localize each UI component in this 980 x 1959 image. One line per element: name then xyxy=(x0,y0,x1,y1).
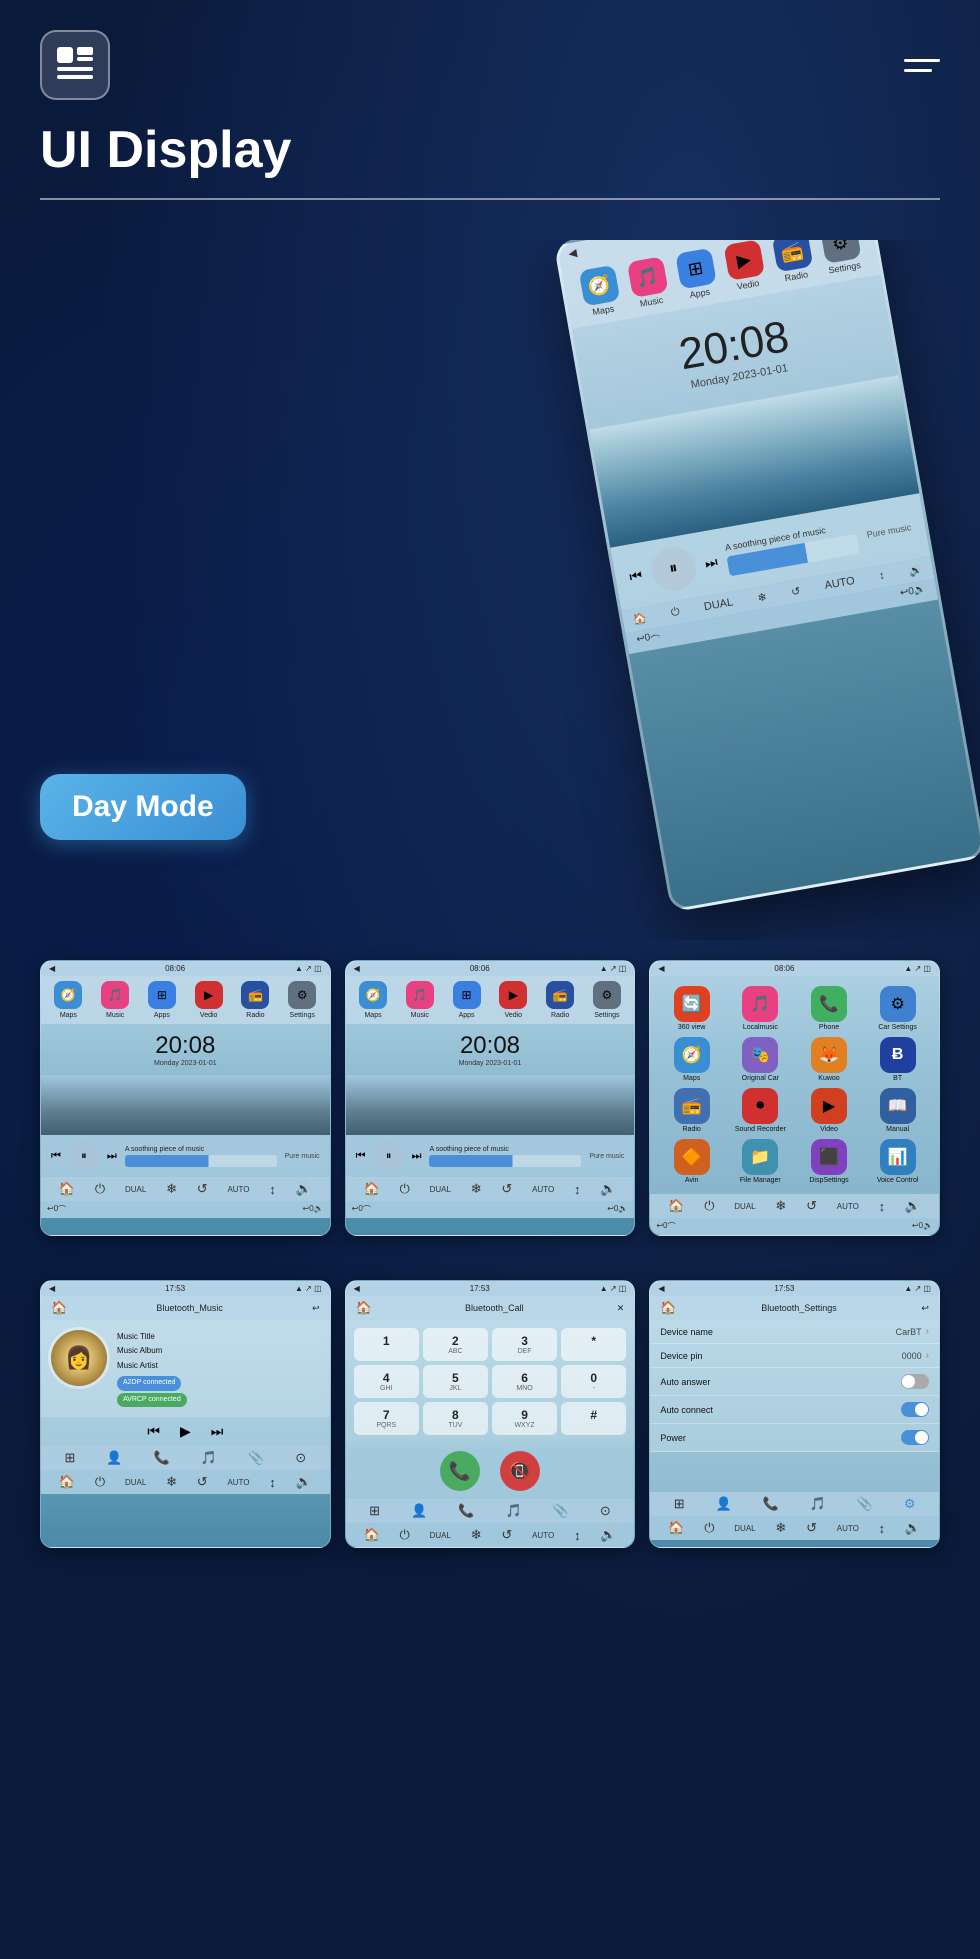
auto-answer-toggle[interactable] xyxy=(901,1374,929,1389)
setting-device-pin-label: Device pin xyxy=(660,1351,702,1361)
main-device-mockup: ◀ 08:06 ▲ ↗ 🧭 Maps 🎵 Music ⊞ Apps xyxy=(553,240,980,913)
sc1-time: 20:08 xyxy=(49,1032,322,1060)
screenshot-music-1: ◀ 08:06 ▲ ↗ ◫ 🧭 Maps 🎵 Music ⊞ Apps ▶ Ve… xyxy=(40,960,331,1236)
app-dispsettings: DispSettings xyxy=(809,1177,848,1184)
sc1-date: Monday 2023-01-01 xyxy=(49,1060,322,1067)
setting-device-name-label: Device name xyxy=(660,1327,713,1337)
power-toggle[interactable] xyxy=(901,1430,929,1445)
app-originalcar: Original Car xyxy=(742,1075,779,1082)
app-voicecontrol: Voice Control xyxy=(877,1177,919,1184)
app-bt: BT xyxy=(893,1075,902,1082)
app-filemanager: File Manager xyxy=(740,1177,781,1184)
setting-power[interactable]: Power xyxy=(650,1424,939,1452)
screenshot-bt-music: ◀ 17:53 ▲ ↗ ◫ 🏠 Bluetooth_Music ↩ 👩 Musi… xyxy=(40,1280,331,1548)
app-manual: Manual xyxy=(886,1126,909,1133)
dialpad-star[interactable]: * xyxy=(561,1328,626,1361)
dialpad-3[interactable]: 3DEF xyxy=(492,1328,557,1361)
dialpad-7[interactable]: 7PQRS xyxy=(354,1402,419,1435)
sc2-music-text: A soothing piece of music xyxy=(429,1146,581,1153)
setting-device-name-value: CarBT xyxy=(896,1327,922,1337)
dialpad-8[interactable]: 8TUV xyxy=(423,1402,488,1435)
setting-device-pin-value: 0000 xyxy=(902,1351,922,1361)
app-localmusic: Localmusic xyxy=(743,1024,778,1031)
app-phone: Phone xyxy=(819,1024,839,1031)
dialpad-9[interactable]: 9WXYZ xyxy=(492,1402,557,1435)
dialpad-2[interactable]: 2ABC xyxy=(423,1328,488,1361)
setting-auto-answer-label: Auto answer xyxy=(660,1377,710,1387)
screenshots-grid-row2: ◀ 17:53 ▲ ↗ ◫ 🏠 Bluetooth_Music ↩ 👩 Musi… xyxy=(0,1260,980,1568)
dialpad-5[interactable]: 5JKL xyxy=(423,1365,488,1398)
setting-auto-connect[interactable]: Auto connect xyxy=(650,1396,939,1424)
app-video: Video xyxy=(820,1126,838,1133)
bt-music-title: Bluetooth_Music xyxy=(156,1303,223,1313)
header-divider xyxy=(40,198,940,200)
auto-connect-toggle[interactable] xyxy=(901,1402,929,1417)
bt-settings-time-top: 17:53 xyxy=(774,1284,794,1293)
setting-device-pin: Device pin 0000 › xyxy=(650,1344,939,1368)
menu-button[interactable] xyxy=(904,59,940,72)
screenshots-grid-row1: ◀ 08:06 ▲ ↗ ◫ 🧭 Maps 🎵 Music ⊞ Apps ▶ Ve… xyxy=(0,940,980,1256)
bt-music-time-top: 17:53 xyxy=(165,1284,185,1293)
setting-auto-connect-label: Auto connect xyxy=(660,1405,713,1415)
app-maps: Maps xyxy=(683,1075,700,1082)
setting-auto-answer[interactable]: Auto answer xyxy=(650,1368,939,1396)
screenshot-bt-settings: ◀ 17:53 ▲ ↗ ◫ 🏠 Bluetooth_Settings ↩ Dev… xyxy=(649,1280,940,1548)
bt-badge-avrcp: AVRCP connected xyxy=(117,1393,187,1408)
bt-music-album: Music Album xyxy=(117,1344,187,1358)
app-radio: Radio xyxy=(683,1126,701,1133)
sc1-music-text: A soothing piece of music xyxy=(125,1146,277,1153)
setting-device-name: Device name CarBT › xyxy=(650,1320,939,1344)
sc2-time-top: 08:06 xyxy=(470,964,490,973)
dialpad-4[interactable]: 4GHI xyxy=(354,1365,419,1398)
bt-music-artist: Music Artist xyxy=(117,1359,187,1373)
sc1-time-top: 08:06 xyxy=(165,964,185,973)
bt-call-time-top: 17:53 xyxy=(470,1284,490,1293)
dialpad-hash[interactable]: # xyxy=(561,1402,626,1435)
logo-icon xyxy=(40,30,110,100)
bt-music-track: Music Title xyxy=(117,1330,187,1344)
bt-settings-title: Bluetooth_Settings xyxy=(761,1303,837,1313)
sc2-date: Monday 2023-01-01 xyxy=(354,1060,627,1067)
dialpad-0[interactable]: 0- xyxy=(561,1365,626,1398)
bt-call-title: Bluetooth_Call xyxy=(465,1303,524,1313)
setting-power-label: Power xyxy=(660,1433,686,1443)
app-avin: Avin xyxy=(685,1177,699,1184)
screenshot-appgrid: ◀ 08:06 ▲ ↗ ◫ 🔄 360 view 🎵 Localmusic 📞 … xyxy=(649,960,940,1236)
app-kuwoo: Kuwoo xyxy=(818,1075,839,1082)
sc2-time: 20:08 xyxy=(354,1032,627,1060)
screenshot-music-2: ◀ 08:06 ▲ ↗ ◫ 🧭 Maps 🎵 Music ⊞ Apps ▶ Ve… xyxy=(345,960,636,1236)
dialpad-1[interactable]: 1 xyxy=(354,1328,419,1361)
app-carsettings: Car Settings xyxy=(878,1024,917,1031)
dialpad-6[interactable]: 6MNO xyxy=(492,1365,557,1398)
day-mode-badge: Day Mode xyxy=(40,774,246,840)
sc3-time-top: 08:06 xyxy=(774,964,794,973)
dial-hangup-button[interactable]: 📵 xyxy=(500,1451,540,1491)
music-label: Pure music xyxy=(866,522,912,540)
screenshot-bt-call: ◀ 17:53 ▲ ↗ ◫ 🏠 Bluetooth_Call ✕ 1 2ABC … xyxy=(345,1280,636,1548)
page-title: UI Display xyxy=(40,120,940,180)
app-soundrecorder: Sound Recorder xyxy=(735,1126,786,1133)
dial-answer-button[interactable]: 📞 xyxy=(440,1451,480,1491)
bt-badge-a2dp: A2DP connected xyxy=(117,1376,181,1391)
app-360view: 360 view xyxy=(678,1024,706,1031)
